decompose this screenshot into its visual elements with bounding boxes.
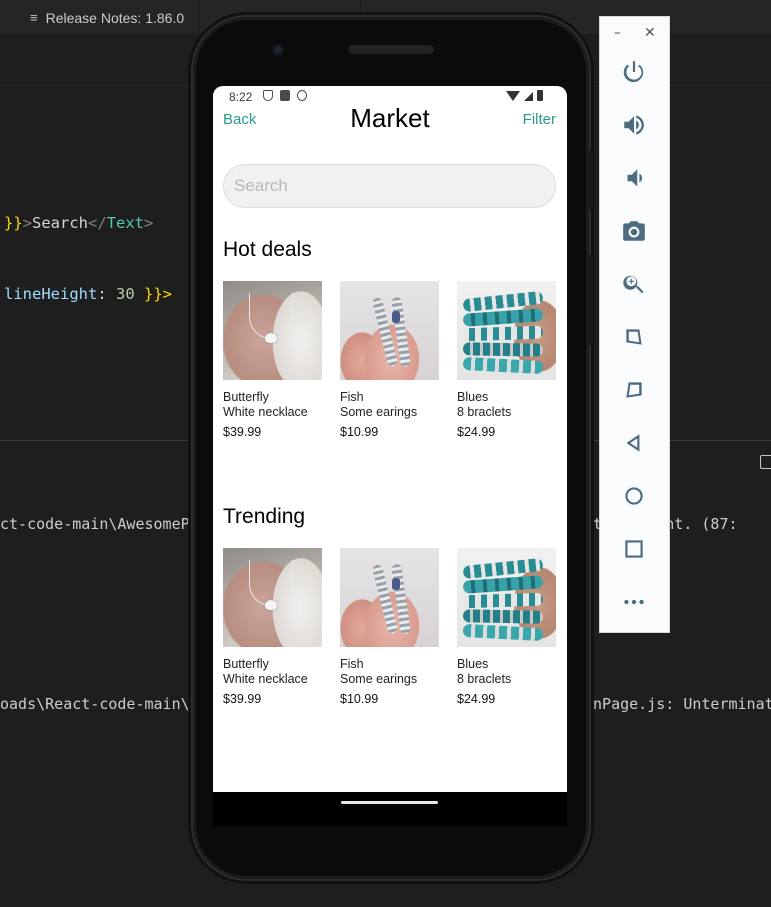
code-tag-bracket: > [144, 214, 154, 232]
product-image-earrings [340, 548, 439, 647]
product-description: White necklace [223, 405, 308, 419]
trending-list: Butterfly White necklace $39.99 Fish Som… [223, 548, 556, 706]
terminal-line: inPage.js: Unterminat [584, 695, 771, 713]
product-price: $39.99 [223, 692, 262, 706]
search-input[interactable] [223, 164, 556, 208]
product-price: $10.99 [340, 692, 379, 706]
more-icon[interactable] [619, 587, 649, 617]
code-brace: }}> [134, 285, 172, 303]
status-time: 8:22 [229, 90, 253, 104]
product-price: $24.99 [457, 692, 496, 706]
phone-volume-button [587, 255, 593, 345]
camera-icon[interactable] [619, 216, 649, 246]
product-price: $24.99 [457, 425, 496, 439]
phone-power-button [587, 150, 593, 210]
code-tag-bracket: </ [88, 214, 107, 232]
shield-icon [263, 90, 273, 101]
product-card[interactable]: Blues 8 braclets $24.99 [457, 548, 556, 706]
close-button[interactable]: ✕ [644, 25, 656, 41]
gesture-home-handle[interactable] [341, 801, 438, 804]
status-notification-icons [263, 90, 307, 101]
phone-navigation-bar [213, 792, 567, 826]
code-number: 30 [116, 285, 135, 303]
product-description: Some earings [340, 405, 418, 419]
rotate-right-icon[interactable] [619, 375, 649, 405]
terminal-toggle-icon[interactable] [760, 455, 771, 469]
front-camera [272, 44, 284, 56]
tab-release-notes[interactable]: ≡ Release Notes: 1.86.0 [16, 0, 200, 35]
section-title-hot-deals: Hot deals [223, 238, 312, 261]
product-name: Blues [457, 657, 489, 671]
page-title: Market [350, 103, 430, 133]
earpiece-speaker [348, 45, 434, 54]
product-description: 8 braclets [457, 672, 512, 686]
back-icon[interactable] [619, 428, 649, 458]
product-card[interactable]: Fish Some earings $10.99 [340, 548, 439, 706]
product-price: $39.99 [223, 425, 262, 439]
power-icon[interactable] [619, 57, 649, 87]
zoom-icon[interactable] [619, 269, 649, 299]
product-name: Butterfly [223, 657, 269, 671]
product-image-necklace [223, 548, 322, 647]
signal-icon [524, 92, 533, 101]
code-colon: : [97, 285, 116, 303]
filter-button[interactable]: Filter [523, 111, 556, 128]
code-prop: lineHeight [4, 285, 98, 303]
tab-label: Release Notes: 1.86.0 [45, 9, 185, 26]
sd-card-icon [280, 90, 290, 101]
product-card[interactable]: Blues 8 braclets $24.99 [457, 281, 556, 439]
code-line: lineHeight: 30 }}> [4, 285, 172, 303]
product-image-bracelets [457, 548, 556, 647]
product-description: White necklace [223, 672, 308, 686]
rotate-left-icon[interactable] [619, 322, 649, 352]
product-description: Some earings [340, 672, 418, 686]
code-line: }}>Search</Text> [4, 214, 153, 232]
wifi-icon [506, 91, 520, 101]
product-name: Fish [340, 657, 364, 671]
phone-screen: 8:22 Back Market Filter Hot deals Butter… [213, 86, 567, 792]
product-name: Fish [340, 390, 364, 404]
volume-down-icon[interactable] [619, 163, 649, 193]
terminal-line: oads\React-code-main\ [0, 695, 190, 713]
product-card[interactable]: Butterfly White necklace $39.99 [223, 281, 322, 439]
section-title-trending: Trending [223, 505, 306, 528]
status-system-icons [506, 90, 543, 101]
product-image-earrings [340, 281, 439, 380]
overview-icon[interactable] [619, 534, 649, 564]
volume-up-icon[interactable] [619, 110, 649, 140]
product-price: $10.99 [340, 425, 379, 439]
product-description: 8 braclets [457, 405, 512, 419]
product-card[interactable]: Fish Some earings $10.99 [340, 281, 439, 439]
hot-deals-list: Butterfly White necklace $39.99 Fish Som… [223, 281, 556, 439]
emulator-controls-panel: – ✕ [599, 16, 670, 633]
document-icon: ≡ [30, 10, 38, 25]
terminal-line: ct-code-main\AwesomeP [0, 515, 190, 533]
code-brace: }} [4, 214, 23, 232]
product-image-necklace [223, 281, 322, 380]
battery-icon [537, 90, 543, 101]
minimize-button[interactable]: – [614, 25, 621, 41]
home-icon[interactable] [619, 481, 649, 511]
product-name: Butterfly [223, 390, 269, 404]
code-tag-name: Text [106, 214, 145, 232]
product-card[interactable]: Butterfly White necklace $39.99 [223, 548, 322, 706]
product-image-bracelets [457, 281, 556, 380]
sync-icon [297, 90, 307, 101]
product-name: Blues [457, 390, 489, 404]
code-tag-bracket: > [22, 214, 33, 232]
code-text: Search [32, 214, 89, 232]
